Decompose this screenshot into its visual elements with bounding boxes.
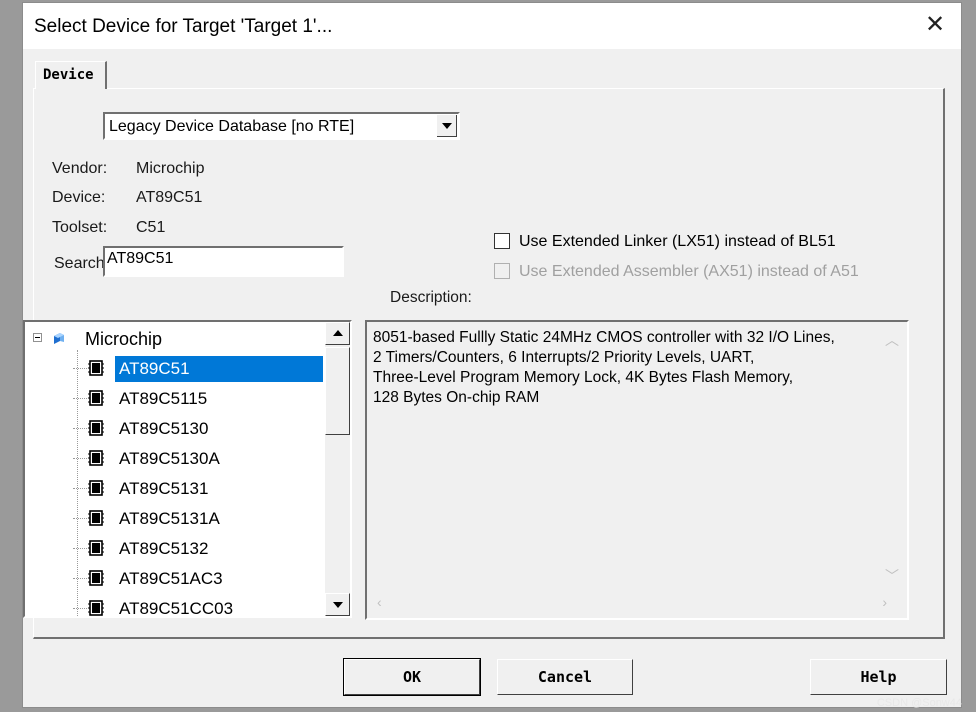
toolset-label: Toolset: [52, 219, 108, 236]
tree-connector [73, 368, 87, 369]
close-icon[interactable]: ✕ [923, 13, 947, 37]
chip-icon [88, 510, 104, 526]
tree-connector [73, 548, 87, 549]
watermark: CSDN @Sonw44 [876, 697, 962, 709]
chevron-down-icon [442, 123, 452, 129]
ax51-checkbox [494, 263, 510, 279]
chevron-right-icon[interactable]: › [882, 594, 887, 610]
help-button[interactable]: Help [810, 659, 947, 695]
device-database-select[interactable]: Legacy Device Database [no RTE] [103, 112, 460, 140]
device-value: AT89C51 [136, 189, 203, 206]
tree-item[interactable]: AT89C5130 [73, 416, 333, 442]
scroll-up-button[interactable] [325, 322, 350, 345]
toolset-value: C51 [136, 219, 166, 236]
tree-connector [73, 428, 87, 429]
tree-item-label: AT89C5130 [119, 419, 209, 438]
vendor-label: Vendor: [52, 160, 108, 177]
tree-item[interactable]: AT89C51CC03 [73, 596, 333, 618]
tree-item-label: AT89C51CC03 [119, 599, 234, 618]
tree-item[interactable]: AT89C5132 [73, 536, 333, 562]
title-bar: Select Device for Target 'Target 1'... ✕ [23, 3, 961, 49]
tree-connector [73, 488, 87, 489]
chevron-down-icon[interactable]: ﹀ [885, 566, 899, 586]
tree-item-label: AT89C51 [115, 356, 323, 382]
arrow-up-icon [333, 330, 343, 336]
device-label: Device: [52, 189, 106, 206]
chip-icon [88, 540, 104, 556]
chip-icon [88, 420, 104, 436]
dropdown-button[interactable] [437, 115, 457, 137]
tree-vertical-scrollbar[interactable] [325, 322, 350, 616]
tree-item-label: AT89C51AC3 [119, 569, 223, 588]
cancel-button[interactable]: Cancel [497, 659, 633, 695]
tree-item[interactable]: AT89C51 [73, 356, 333, 382]
tree-item[interactable]: AT89C5131A [73, 506, 333, 532]
tree-connector [73, 518, 87, 519]
description-box: 8051-based Fullly Static 24MHz CMOS cont… [365, 320, 909, 620]
ax51-checkbox-label: Use Extended Assembler (AX51) instead of… [519, 263, 859, 280]
lx51-checkbox-label: Use Extended Linker (LX51) instead of BL… [519, 233, 836, 250]
tree-connector [73, 398, 87, 399]
tree-item[interactable]: AT89C51AC3 [73, 566, 333, 592]
tree-item-label: AT89C5115 [119, 389, 208, 408]
chip-icon [88, 570, 104, 586]
collapse-icon[interactable] [33, 333, 42, 342]
ok-button[interactable]: OK [343, 658, 481, 696]
tree-item[interactable]: AT89C5131 [73, 476, 333, 502]
arrow-down-icon [333, 602, 343, 608]
lx51-checkbox[interactable] [494, 233, 510, 249]
description-text: 8051-based Fullly Static 24MHz CMOS cont… [373, 329, 835, 406]
tree-item[interactable]: AT89C5130A [73, 446, 333, 472]
tree-item-label: AT89C5132 [119, 539, 209, 558]
description-label: Description: [390, 289, 472, 306]
dialog-title: Select Device for Target 'Target 1'... [34, 16, 333, 37]
device-tree[interactable]: Microchip AT89C51 AT89C5115 AT89C5130 AT89C… [23, 320, 352, 618]
chip-icon [88, 600, 104, 616]
search-label: Search: [54, 255, 110, 272]
chip-icon [88, 360, 104, 376]
tree-item[interactable]: AT89C5115 [73, 386, 333, 412]
chip-icon [88, 480, 104, 496]
tree-connector [73, 578, 87, 579]
scroll-thumb[interactable] [325, 347, 350, 435]
chevron-up-icon[interactable]: ︿ [885, 330, 899, 350]
tree-item-label: AT89C5131 [119, 479, 209, 498]
tree-connector [73, 608, 87, 609]
chevron-left-icon[interactable]: ‹ [377, 594, 382, 610]
search-input[interactable]: AT89C51 [103, 246, 344, 277]
scroll-down-button[interactable] [325, 593, 350, 616]
tree-connector [73, 458, 87, 459]
vendor-icon [54, 333, 64, 344]
tree-root-label: Microchip [85, 329, 163, 349]
tree-item-label: AT89C5130A [119, 449, 220, 468]
chip-icon [88, 450, 104, 466]
device-database-value: Legacy Device Database [no RTE] [109, 118, 355, 135]
tree-item-label: AT89C5131A [119, 509, 220, 528]
chip-icon [88, 390, 104, 406]
vendor-value: Microchip [136, 160, 205, 177]
tab-device[interactable]: Device [35, 61, 107, 89]
